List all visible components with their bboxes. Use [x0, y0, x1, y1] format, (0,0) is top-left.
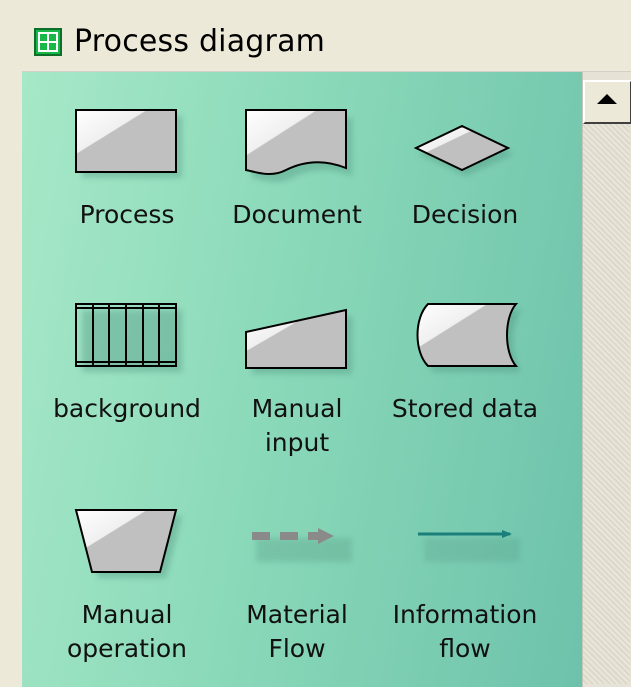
shape-label: Manual operation	[66, 600, 188, 663]
shape-label: Information flow	[392, 600, 538, 663]
scroll-up-arrow-icon	[597, 94, 617, 104]
grid-icon	[34, 28, 62, 56]
shape-label: Document	[232, 200, 362, 229]
stencil-titlebar[interactable]: Process diagram	[22, 12, 631, 72]
background-shape-icon	[75, 303, 182, 372]
scroll-track[interactable]	[583, 124, 630, 684]
stencil-window: Process diagram Process Document Decisio…	[0, 0, 631, 687]
shape-background[interactable]: background	[52, 302, 202, 426]
document-shape-icon	[245, 109, 352, 183]
vertical-scrollbar[interactable]	[582, 72, 631, 687]
shape-decision[interactable]: Decision	[390, 108, 540, 232]
manual-input-shape-icon	[245, 308, 352, 374]
shape-information-flow[interactable]: Information flow	[390, 508, 540, 666]
shape-process[interactable]: Process	[52, 108, 202, 232]
scroll-up-button[interactable]	[583, 80, 631, 124]
shape-label: Process	[79, 200, 175, 229]
decision-shape-icon	[413, 124, 514, 176]
shape-label: background	[53, 394, 201, 423]
shape-material-flow[interactable]: Material Flow	[222, 508, 372, 666]
shape-manual-input[interactable]: Manual input	[222, 302, 372, 460]
stencil-title: Process diagram	[74, 24, 326, 59]
process-shape-icon	[75, 109, 182, 178]
shape-manual-operation[interactable]: Manual operation	[52, 508, 202, 666]
shape-label: Material Flow	[246, 600, 348, 663]
stored-data-shape-icon	[416, 303, 522, 372]
shapes-panel: Process Document Decision background Man…	[22, 72, 582, 687]
shape-label: Stored data	[391, 394, 539, 423]
shape-label: Manual input	[251, 394, 343, 457]
manual-operation-shape-icon	[74, 509, 182, 578]
shape-stored-data[interactable]: Stored data	[390, 302, 540, 426]
material-flow-shape-icon	[252, 528, 352, 562]
shape-label: Decision	[411, 200, 519, 229]
information-flow-shape-icon	[418, 530, 520, 562]
shape-document[interactable]: Document	[222, 108, 372, 232]
